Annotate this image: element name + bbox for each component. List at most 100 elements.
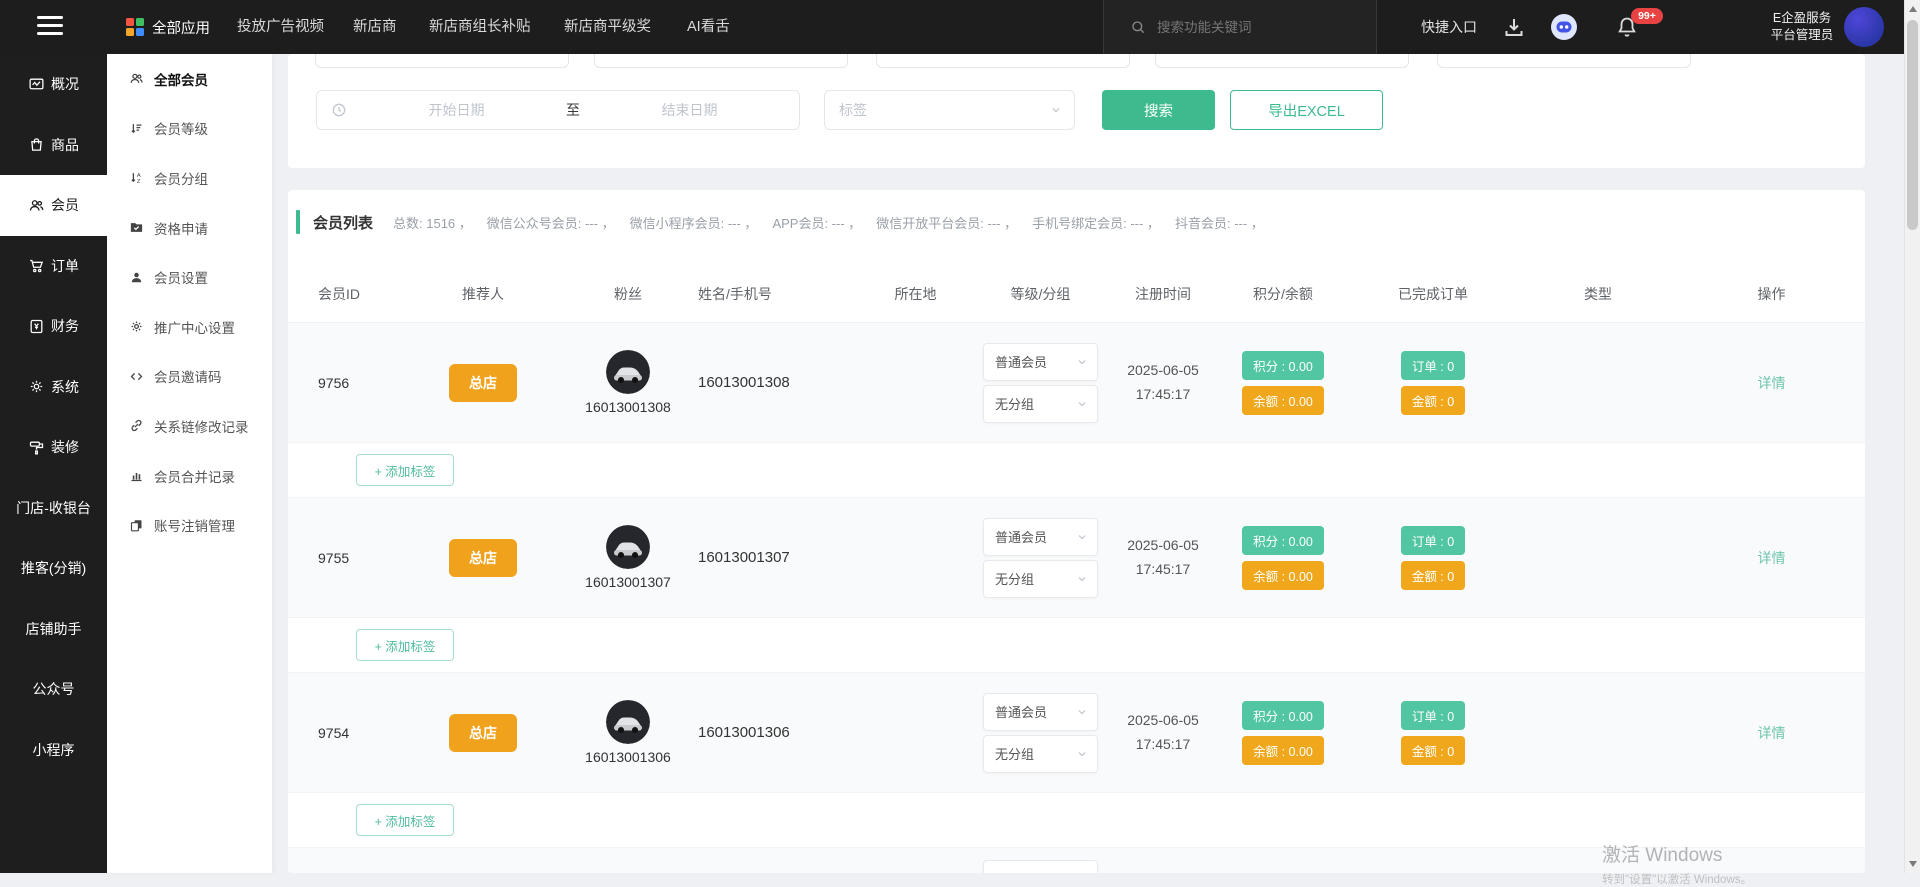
level-select[interactable] — [983, 860, 1098, 873]
register-date: 2025-06-05 — [1108, 709, 1218, 733]
sidebar-item-label: 公众号 — [33, 679, 75, 699]
register-date: 2025-06-05 — [1108, 359, 1218, 383]
detail-link[interactable]: 详情 — [1758, 725, 1786, 741]
sidebar-item-official-account[interactable]: 公众号 — [0, 659, 107, 720]
referrer-badge[interactable]: 总店 — [449, 364, 517, 402]
window-scrollbar[interactable] — [1904, 0, 1920, 873]
download-icon[interactable] — [1502, 15, 1526, 39]
scrollbar-down-arrow[interactable] — [1909, 861, 1917, 867]
group-value: 无分组 — [995, 394, 1034, 413]
submenu-item-label: 会员等级 — [154, 118, 208, 138]
add-tag-button[interactable]: + 添加标签 — [356, 804, 454, 836]
level-value: 普通会员 — [995, 352, 1047, 371]
search-input[interactable] — [1155, 19, 1339, 36]
sidebar-item-store-cashier[interactable]: 门店-收银台 — [0, 478, 107, 539]
sidebar-item-decoration[interactable]: 装修 — [0, 417, 107, 478]
sidebar-item-shop-assistant[interactable]: 店铺助手 — [0, 599, 107, 660]
detail-link[interactable]: 详情 — [1758, 550, 1786, 566]
add-tag-button[interactable]: + 添加标签 — [356, 629, 454, 661]
balance-badge: 余额 : 0.00 — [1242, 386, 1324, 415]
sidebar-item-label: 订单 — [51, 256, 79, 276]
topnav-item-ai[interactable]: AI看舌 — [687, 0, 730, 54]
quick-entry-link[interactable]: 快捷入口 — [1421, 0, 1477, 54]
submenu-item-member-level[interactable]: 会员等级 — [107, 104, 272, 154]
group-select[interactable]: 无分组 — [983, 560, 1098, 598]
hamburger-menu-icon[interactable] — [37, 16, 63, 38]
topbar-search[interactable] — [1103, 0, 1377, 54]
submenu-item-member-group[interactable]: AZ 会员分组 — [107, 153, 272, 203]
sidebar-item-products[interactable]: 商品 — [0, 115, 107, 176]
tag-select[interactable]: 标签 — [824, 90, 1075, 130]
scrollbar-thumb[interactable] — [1907, 20, 1918, 230]
amount-badge: 金额 : 0 — [1401, 736, 1465, 765]
submenu-item-invite-code[interactable]: 会员邀请码 — [107, 352, 272, 402]
group-select[interactable]: 无分组 — [983, 385, 1098, 423]
filter-input-partial-4[interactable] — [1155, 54, 1409, 68]
code-icon — [129, 369, 144, 384]
sidebar-item-orders[interactable]: 订单 — [0, 236, 107, 297]
sidebar-item-finance[interactable]: 财务 — [0, 296, 107, 357]
date-range-input[interactable]: 开始日期 至 结束日期 — [316, 90, 800, 130]
stat-wechat-open: 微信开放平台会员: --- ， — [876, 213, 1017, 232]
sidebar-item-mini-program[interactable]: 小程序 — [0, 720, 107, 781]
user-avatar[interactable] — [1844, 7, 1884, 47]
fans-phone: 16013001307 — [585, 574, 671, 590]
filter-input-partial-5[interactable] — [1437, 54, 1691, 68]
col-type: 类型 — [1518, 284, 1678, 304]
sidebar-item-distribution[interactable]: 推客(分销) — [0, 538, 107, 599]
sidebar-item-members[interactable]: 会员 — [0, 175, 107, 236]
assistant-robot-icon[interactable] — [1551, 14, 1577, 40]
add-tag-row: + 添加标签 — [288, 443, 1865, 498]
topnav-item-level-award[interactable]: 新店商平级奖 — [564, 0, 651, 54]
filter-input-partial-3[interactable] — [876, 54, 1130, 68]
filter-input-partial-2[interactable] — [594, 54, 848, 68]
submenu-item-relation-log[interactable]: 关系链修改记录 — [107, 401, 272, 451]
sidebar-item-system[interactable]: 系统 — [0, 357, 107, 418]
sidebar-item-overview[interactable]: 概况 — [0, 54, 107, 115]
svg-text:A: A — [137, 173, 141, 179]
main-content: 开始日期 至 结束日期 标签 搜索 导出EXCEL 会员列表 总数: 1516 … — [272, 54, 1920, 873]
balance-badge: 余额 : 0.00 — [1242, 561, 1324, 590]
stat-wechat-official: 微信公众号会员: --- ， — [487, 213, 615, 232]
apps-grid-icon — [126, 18, 144, 36]
export-excel-button[interactable]: 导出EXCEL — [1230, 90, 1383, 130]
submenu-item-member-settings[interactable]: 会员设置 — [107, 252, 272, 302]
level-value: 普通会员 — [995, 702, 1047, 721]
col-fans: 粉丝 — [558, 284, 698, 304]
topnav-item-group-subsidy[interactable]: 新店商组长补贴 — [429, 0, 531, 54]
col-level-group: 等级/分组 — [973, 284, 1108, 304]
stat-wechat-mini: 微信小程序会员: --- ， — [630, 213, 758, 232]
stat-app: APP会员: --- ， — [772, 213, 861, 232]
sidebar-item-label: 商品 — [51, 135, 79, 155]
filter-input-partial-1[interactable] — [315, 54, 569, 68]
submenu-item-all-members[interactable]: 全部会员 — [107, 54, 272, 104]
fans-phone: 16013001308 — [585, 399, 671, 415]
search-button[interactable]: 搜索 — [1102, 90, 1215, 130]
level-select[interactable]: 普通会员 — [983, 693, 1098, 731]
group-select[interactable]: 无分组 — [983, 735, 1098, 773]
submenu-item-merge-log[interactable]: 会员合并记录 — [107, 451, 272, 501]
chevron-down-icon — [1076, 573, 1088, 585]
detail-link[interactable]: 详情 — [1758, 375, 1786, 391]
topnav-item-ad-video[interactable]: 投放广告视频 — [237, 0, 324, 54]
sidebar-item-label: 门店-收银台 — [16, 498, 91, 518]
register-time: 17:45:17 — [1108, 733, 1218, 757]
amount-badge: 金额 : 0 — [1401, 561, 1465, 590]
level-select[interactable]: 普通会员 — [983, 518, 1098, 556]
chevron-down-icon — [1076, 531, 1088, 543]
sort-amount-icon — [129, 121, 144, 136]
submenu-item-account-cancellation[interactable]: 账号注销管理 — [107, 500, 272, 550]
referrer-badge[interactable]: 总店 — [449, 714, 517, 752]
dashboard-icon — [28, 76, 45, 93]
submenu-item-promotion-settings[interactable]: 推广中心设置 — [107, 302, 272, 352]
scrollbar-up-arrow[interactable] — [1909, 6, 1917, 12]
sidebar-item-label: 推客(分销) — [21, 558, 86, 578]
member-row: 9756 总店 16013001308 16013001308 普通会员 无分组… — [288, 323, 1865, 443]
topnav-item-new-shop[interactable]: 新店商 — [353, 0, 397, 54]
all-apps-button[interactable]: 全部应用 — [126, 0, 210, 54]
add-tag-button[interactable]: + 添加标签 — [356, 454, 454, 486]
date-to-label: 至 — [566, 100, 580, 120]
submenu-item-qualification[interactable]: 资格申请 — [107, 203, 272, 253]
level-select[interactable]: 普通会员 — [983, 343, 1098, 381]
referrer-badge[interactable]: 总店 — [449, 539, 517, 577]
